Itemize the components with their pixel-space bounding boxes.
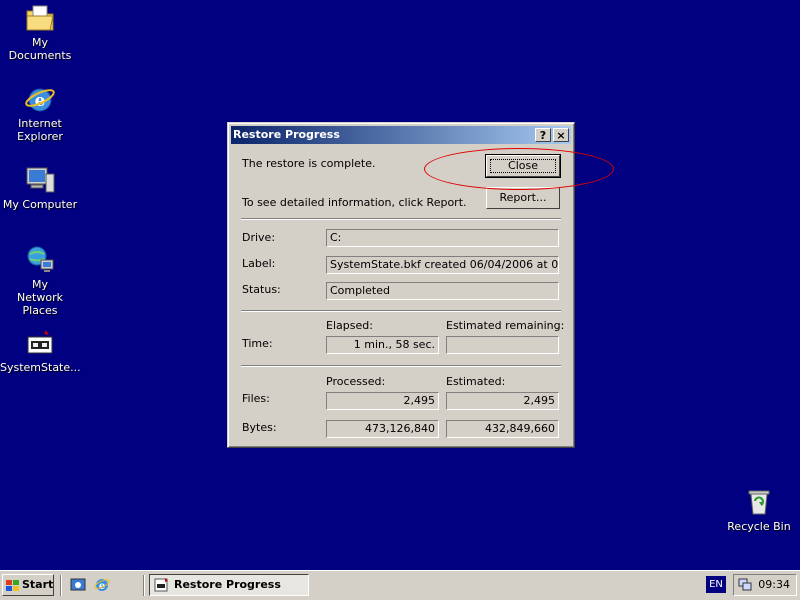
status-field: Completed: [326, 282, 559, 300]
desktop-icon-label: My Documents: [8, 36, 72, 62]
label-label: Label:: [242, 257, 276, 270]
desktop-icon-my-computer[interactable]: My Computer: [0, 164, 80, 211]
separator: [241, 218, 561, 220]
status-label: Status:: [242, 283, 281, 296]
taskbar-button-label: Restore Progress: [174, 578, 281, 591]
processed-header: Processed:: [326, 375, 386, 388]
estimated-remaining-header: Estimated remaining:: [446, 319, 565, 332]
desktop-icon-label: Recycle Bin: [727, 520, 791, 533]
folder-icon: [24, 2, 56, 34]
start-button[interactable]: Start: [2, 574, 54, 596]
elapsed-header: Elapsed:: [326, 319, 373, 332]
desktop-icon-label: My Network Places: [17, 278, 63, 317]
files-label: Files:: [242, 392, 270, 405]
backup-app-icon: [154, 577, 170, 593]
network-icon: [24, 244, 56, 276]
show-desktop-icon[interactable]: [70, 577, 86, 593]
drive-label: Drive:: [242, 231, 276, 244]
close-button[interactable]: Close: [485, 154, 561, 178]
desktop-icon-my-documents[interactable]: My Documents: [0, 2, 80, 62]
computer-icon: [24, 164, 56, 196]
separator: [241, 310, 561, 312]
desktop-icon-label: My Computer: [2, 198, 78, 211]
desktop-icon-label: Internet Explorer: [17, 117, 63, 143]
desktop-icon-systemstate[interactable]: SystemState...: [0, 327, 81, 374]
bytes-estimated-field: 432,849,660: [446, 420, 559, 438]
taskbar-button-restore-progress[interactable]: Restore Progress: [149, 574, 309, 596]
desktop-icon-my-network-places[interactable]: My Network Places: [0, 244, 80, 317]
taskbar: Start e Restore Progress EN 09:34: [0, 570, 800, 600]
language-indicator[interactable]: EN: [706, 576, 726, 593]
internet-explorer-icon[interactable]: e: [94, 577, 110, 593]
time-label: Time:: [242, 337, 273, 350]
start-label: Start: [22, 578, 54, 591]
label-field: SystemState.bkf created 06/04/2006 at 08…: [326, 256, 559, 274]
elapsed-time-field: 1 min., 58 sec.: [326, 336, 439, 354]
files-processed-field: 2,495: [326, 392, 439, 410]
report-hint: To see detailed information, click Repor…: [242, 196, 467, 209]
clock[interactable]: 09:34: [758, 578, 790, 591]
separator: [241, 365, 561, 367]
report-button[interactable]: Report...: [486, 187, 560, 209]
network-status-icon[interactable]: [738, 578, 752, 592]
backup-file-icon: [24, 327, 56, 359]
report-button-label: Report...: [499, 191, 547, 204]
dialog-title: Restore Progress: [233, 128, 340, 141]
help-button[interactable]: ?: [535, 128, 551, 142]
desktop-icon-internet-explorer[interactable]: e Internet Explorer: [0, 83, 80, 143]
desktop-icon-label: SystemState...: [0, 361, 81, 374]
restore-progress-dialog: Restore Progress ? × The restore is comp…: [227, 122, 575, 448]
files-estimated-field: 2,495: [446, 392, 559, 410]
estimated-remaining-field: [446, 336, 559, 354]
desktop-icon-recycle-bin[interactable]: Recycle Bin: [719, 486, 799, 533]
windows-logo-icon: [6, 579, 20, 591]
focus-rectangle: [490, 159, 556, 173]
estimated-header: Estimated:: [446, 375, 506, 388]
bytes-processed-field: 473,126,840: [326, 420, 439, 438]
close-window-button[interactable]: ×: [553, 128, 569, 142]
taskbar-separator: [60, 575, 62, 596]
status-message: The restore is complete.: [242, 157, 376, 170]
dialog-title-bar[interactable]: Restore Progress ? ×: [231, 126, 571, 144]
recycle-bin-icon: [743, 486, 775, 518]
internet-explorer-icon: e: [24, 83, 56, 115]
taskbar-separator: [143, 575, 145, 596]
bytes-label: Bytes:: [242, 421, 277, 434]
drive-field: C:: [326, 229, 559, 247]
system-tray: 09:34: [733, 574, 797, 596]
